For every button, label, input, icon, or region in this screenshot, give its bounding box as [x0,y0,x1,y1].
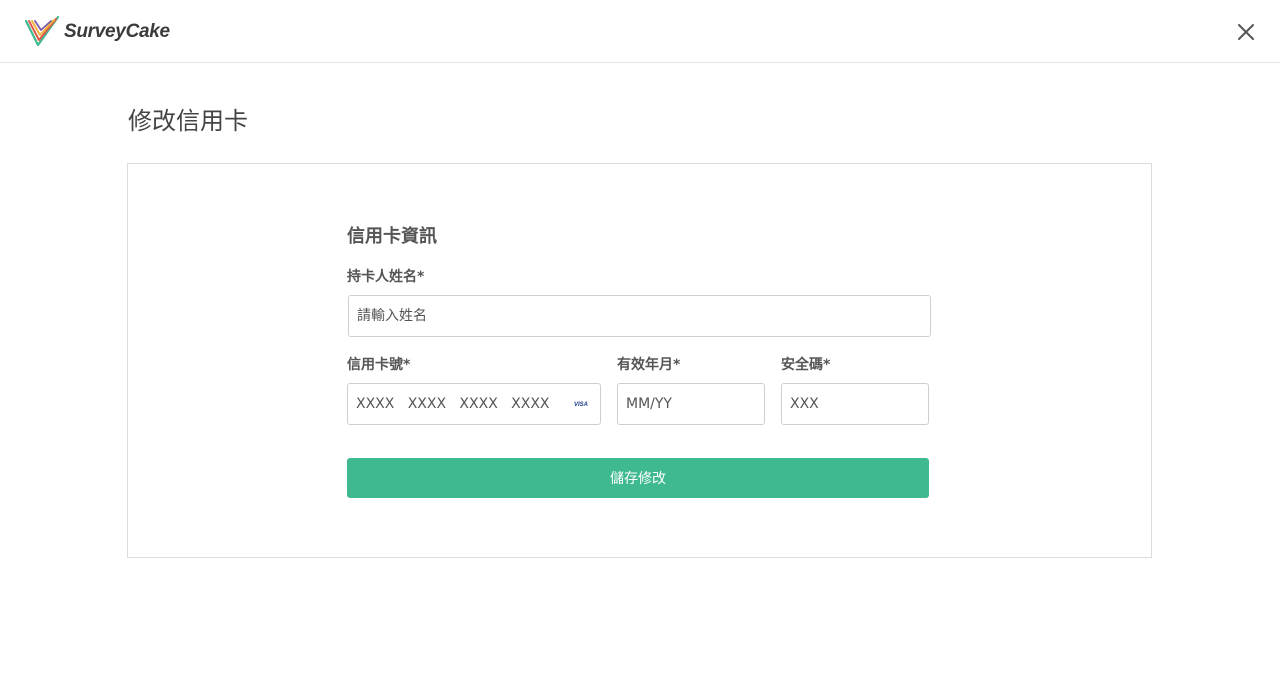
surveycake-logo-icon [24,15,60,47]
cardholder-name-input[interactable] [348,295,931,337]
visa-card-brand: VISA [573,402,588,408]
card-number-input[interactable] [347,383,601,425]
surveycake-logo[interactable]: SurveyCake [24,15,170,49]
close-button[interactable] [1232,18,1260,46]
card-number-label: 信用卡號* [347,357,411,373]
save-changes-button[interactable]: 儲存修改 [347,458,929,498]
logo-text: SurveyCake [64,21,170,42]
close-icon [1238,24,1254,40]
cvc-input[interactable] [781,383,929,425]
expiry-label: 有效年月* [617,357,681,373]
expiry-input[interactable] [617,383,765,425]
top-bar: SurveyCake [0,0,1280,63]
visa-card-icon: VISA [573,400,589,410]
cardholder-label: 持卡人姓名* [347,269,425,285]
section-title: 信用卡資訊 [347,226,437,247]
cvc-label: 安全碼* [781,357,831,373]
page-title: 修改信用卡 [128,107,248,135]
